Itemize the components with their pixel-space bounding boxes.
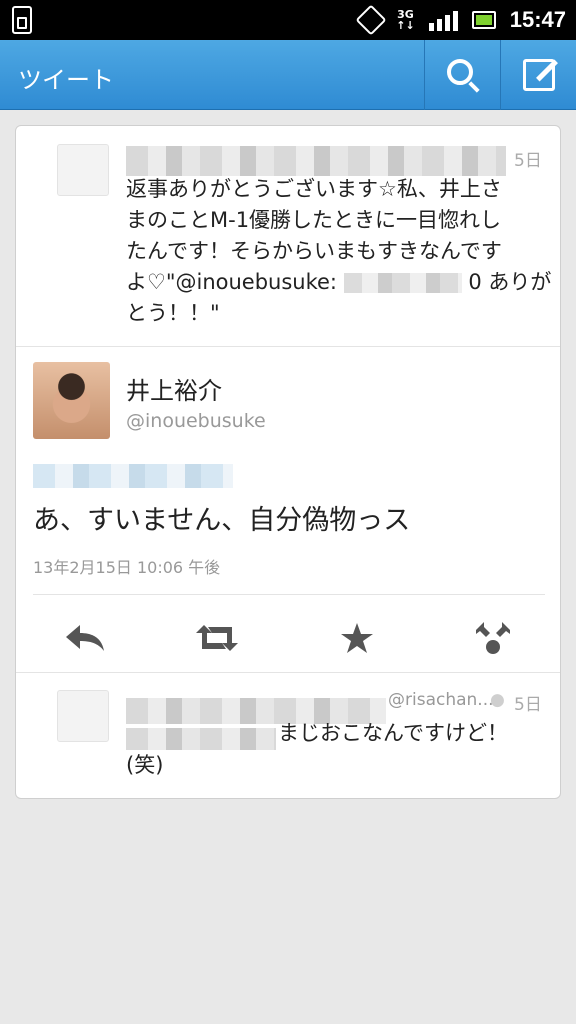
avatar bbox=[57, 144, 109, 196]
tweet-timestamp: 13年2月15日 10:06 午後 bbox=[33, 558, 221, 577]
screen-title: ツイート bbox=[18, 66, 114, 94]
action-bar: ツイート bbox=[0, 40, 576, 110]
tweet-line: とう！！" bbox=[126, 301, 220, 325]
tweet-actions bbox=[33, 606, 545, 670]
retweet-icon bbox=[196, 625, 238, 651]
tweet-body: 返事ありがとうございます☆私、井上さ まのことM-1優勝したときに一目惚れし た… bbox=[126, 174, 551, 329]
retweet-button[interactable] bbox=[193, 616, 241, 660]
avatar bbox=[57, 690, 109, 742]
profile-avatar[interactable] bbox=[33, 362, 110, 439]
redacted-reply-mention[interactable] bbox=[33, 464, 233, 488]
divider bbox=[16, 672, 560, 673]
reply-button[interactable] bbox=[61, 616, 109, 660]
search-button[interactable] bbox=[424, 40, 500, 110]
speech-bubble-icon: ● bbox=[490, 690, 505, 710]
tweet-line: 返事ありがとうございます☆私、井上さ bbox=[126, 177, 502, 201]
tweet-detail-card: 5日 返事ありがとうございます☆私、井上さ まのことM-1優勝したときに一目惚れ… bbox=[15, 125, 561, 799]
rotation-icon bbox=[355, 4, 387, 36]
tweet-body-line: まじおこなんですけど！ bbox=[278, 721, 508, 745]
user-handle[interactable]: @inouebusuke bbox=[126, 410, 266, 432]
user-name[interactable]: 井上裕介 bbox=[126, 371, 222, 406]
favorite-button[interactable] bbox=[333, 616, 381, 660]
divider bbox=[16, 346, 560, 347]
battery-icon bbox=[471, 11, 496, 29]
status-bar: 3G ↑↓ 15:47 bbox=[0, 0, 576, 40]
search-icon bbox=[446, 59, 473, 85]
tweet-line: よ♡"@inouebusuke: bbox=[126, 270, 338, 294]
star-icon bbox=[341, 623, 373, 653]
tweet-line: まのことM-1優勝したときに一目惚れし bbox=[126, 208, 502, 232]
tweet-age: 5日 bbox=[514, 695, 542, 715]
share-button[interactable] bbox=[469, 616, 517, 660]
network-label: 3G bbox=[397, 8, 414, 21]
sim-icon bbox=[12, 6, 32, 34]
network-type: 3G ↑↓ bbox=[396, 8, 415, 32]
reply-icon bbox=[66, 625, 104, 651]
signal-icon bbox=[428, 9, 458, 31]
redacted-username bbox=[126, 146, 506, 176]
reply-to-handle: @risachan... bbox=[388, 690, 494, 710]
redacted-mention bbox=[126, 728, 276, 750]
tweet-line: 0 ありが bbox=[468, 270, 552, 294]
tweet-age: 5日 bbox=[514, 151, 542, 171]
share-icon bbox=[476, 622, 510, 654]
tweet-text: あ、すいません、自分偽物っス bbox=[33, 505, 411, 536]
divider bbox=[33, 594, 545, 595]
tweet-line-mention: よ♡"@inouebusuke: 0 ありが bbox=[126, 267, 551, 298]
tweet-line: たんです！そらからいまもすきなんです bbox=[126, 239, 502, 263]
compose-button[interactable] bbox=[500, 40, 576, 110]
tweet-body-line: (笑) bbox=[126, 753, 164, 777]
compose-icon bbox=[522, 59, 555, 91]
redacted-mention bbox=[343, 273, 462, 293]
clock: 15:47 bbox=[509, 7, 566, 32]
